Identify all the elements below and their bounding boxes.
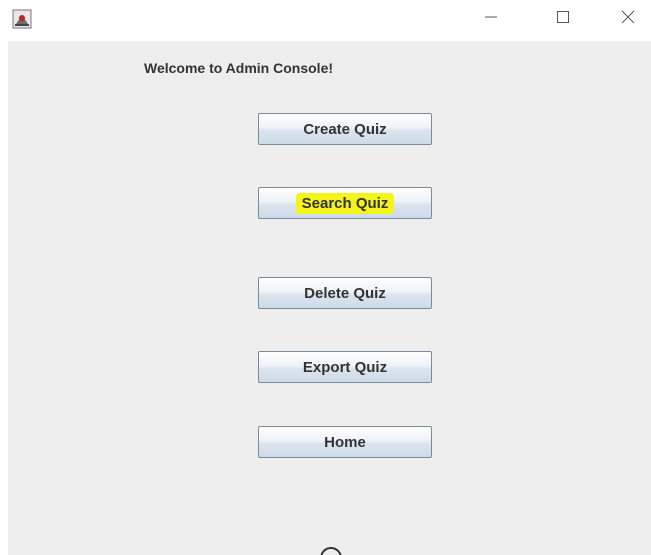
delete-quiz-label: Delete Quiz (304, 284, 386, 302)
search-quiz-button[interactable]: Search Quiz (258, 187, 432, 219)
search-quiz-label: Search Quiz (295, 192, 395, 214)
circle-icon (320, 547, 342, 555)
java-cup-icon (12, 9, 32, 29)
close-icon (621, 10, 635, 29)
title-bar[interactable] (0, 0, 651, 40)
export-quiz-button[interactable]: Export Quiz (258, 351, 432, 383)
close-button[interactable] (605, 0, 651, 38)
create-quiz-label: Create Quiz (303, 120, 387, 138)
minimize-button[interactable] (468, 0, 514, 38)
app-window: Welcome to Admin Console! Create Quiz Se… (0, 0, 651, 555)
delete-quiz-button[interactable]: Delete Quiz (258, 277, 432, 309)
welcome-label: Welcome to Admin Console! (144, 60, 334, 76)
home-button[interactable]: Home (258, 426, 432, 458)
create-quiz-button[interactable]: Create Quiz (258, 113, 432, 145)
maximize-icon (556, 10, 570, 29)
admin-console-panel: Welcome to Admin Console! Create Quiz Se… (8, 41, 651, 555)
export-quiz-label: Export Quiz (302, 358, 388, 376)
maximize-button[interactable] (540, 0, 586, 38)
home-label: Home (324, 433, 366, 451)
minimize-icon (484, 10, 498, 29)
